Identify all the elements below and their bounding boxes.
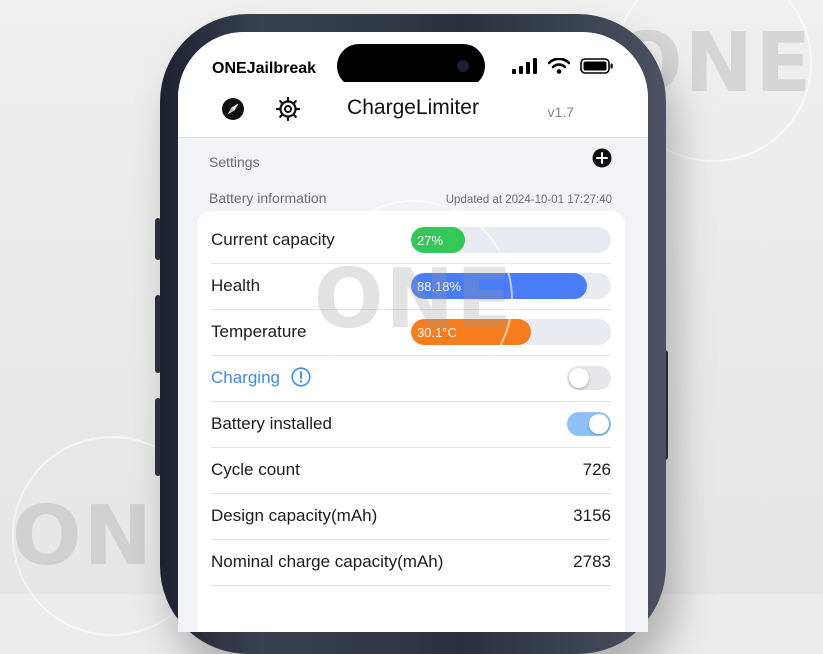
row-label: Cycle count xyxy=(211,460,300,479)
app-title: ChargeLimiter xyxy=(347,96,479,119)
navigation-bar: ChargeLimiter v1.7 xyxy=(178,82,648,138)
charging-label[interactable]: Charging xyxy=(211,368,280,388)
version-label: v1.7 xyxy=(547,104,574,120)
add-icon[interactable] xyxy=(592,148,612,168)
row-nominal-capacity: Nominal charge capacity(mAh) 2783 xyxy=(211,539,611,586)
status-bar: ONEJailbreak xyxy=(178,32,648,88)
battery-info-header: Battery information xyxy=(209,190,327,206)
charging-toggle[interactable] xyxy=(567,366,611,390)
row-label: Nominal charge capacity(mAh) xyxy=(211,552,444,571)
info-icon[interactable] xyxy=(291,367,311,387)
cycle-count-value: 726 xyxy=(582,460,611,479)
watermark: ONE xyxy=(314,200,513,398)
nominal-capacity-value: 2783 xyxy=(573,552,611,571)
row-label: Temperature xyxy=(211,322,307,341)
row-label: Current capacity xyxy=(211,230,335,249)
row-label: Health xyxy=(211,276,261,295)
updated-timestamp: Updated at 2024-10-01 17:27:40 xyxy=(445,194,612,206)
battery-icon xyxy=(580,58,613,74)
signal-icon xyxy=(512,58,537,74)
row-label: Battery installed xyxy=(211,414,332,433)
toggle-knob xyxy=(589,414,609,434)
row-label: Design capacity(mAh) xyxy=(211,506,378,525)
settings-header[interactable]: Settings xyxy=(209,154,260,170)
row-battery-installed: Battery installed xyxy=(211,401,611,448)
row-design-capacity: Design capacity(mAh) 3156 xyxy=(211,493,611,540)
status-icons xyxy=(512,58,614,74)
toggle-knob xyxy=(569,368,589,388)
carrier-label: ONEJailbreak xyxy=(212,60,317,77)
design-capacity-value: 3156 xyxy=(573,506,611,525)
wifi-icon xyxy=(548,58,570,74)
row-cycle-count: Cycle count 726 xyxy=(211,447,611,494)
battery-installed-toggle[interactable] xyxy=(567,412,611,436)
camera-icon xyxy=(457,60,469,72)
